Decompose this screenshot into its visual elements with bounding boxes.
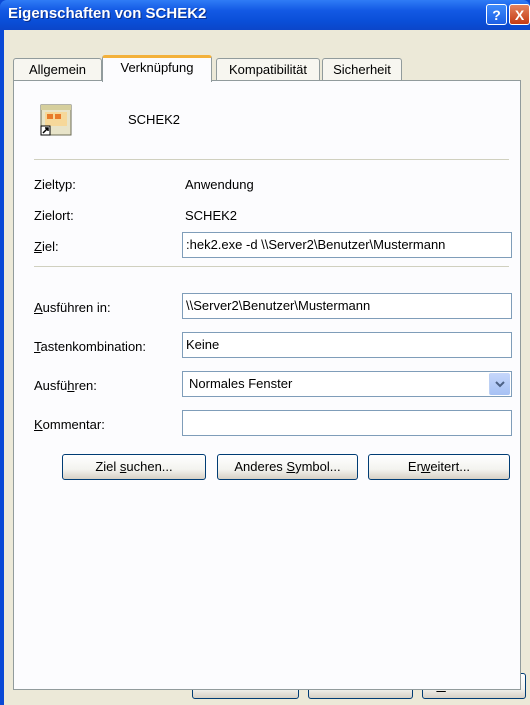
ausfuehren-selected-value: Normales Fenster	[189, 376, 293, 391]
zieltyp-label: Zieltyp:	[34, 177, 76, 192]
tab-sicherheit[interactable]: Sicherheit	[322, 58, 402, 80]
close-button[interactable]: X	[509, 4, 530, 25]
anderes-symbol-button[interactable]: Anderes Symbol...	[217, 454, 358, 480]
ziel-label: Ziel:	[34, 239, 59, 254]
tab-panel-verknuepfung: SCHEK2 Zieltyp: Anwendung Zielort: SCHEK…	[13, 80, 521, 690]
zielort-value: SCHEK2	[185, 208, 238, 223]
tab-allgemein[interactable]: Allgemein	[13, 58, 102, 80]
tab-verknuepfung[interactable]: Verknüpfung	[102, 55, 212, 82]
shortcut-name: SCHEK2	[128, 112, 181, 127]
ausfuehren-select[interactable]: Normales Fenster	[182, 371, 512, 397]
window-title: Eigenschaften von SCHEK2	[8, 5, 207, 22]
chevron-down-icon	[495, 381, 505, 388]
ausfuehren-in-input[interactable]: \\Server2\Benutzer\Mustermann	[182, 293, 512, 319]
dropdown-arrow[interactable]	[489, 373, 510, 395]
tastenkombination-input[interactable]: Keine	[182, 332, 512, 358]
zieltyp-value: Anwendung	[185, 177, 254, 192]
title-bar[interactable]: Eigenschaften von SCHEK2 ? X	[0, 0, 530, 30]
ziel-input[interactable]: :hek2.exe -d \\Server2\Benutzer\Musterma…	[182, 232, 512, 258]
kommentar-label: Kommentar:	[34, 417, 105, 432]
help-button[interactable]: ?	[486, 4, 507, 25]
properties-window: Eigenschaften von SCHEK2 ? X Allgemein V…	[0, 0, 530, 705]
application-shortcut-icon	[40, 104, 72, 136]
erweitert-button[interactable]: Erweitert...	[368, 454, 510, 480]
ausfuehren-label: Ausführen:	[34, 378, 97, 393]
kommentar-input[interactable]	[182, 410, 512, 436]
ziel-suchen-button[interactable]: Ziel suchen...	[62, 454, 206, 480]
separator	[34, 159, 509, 160]
dialog-body: Allgemein Verknüpfung Kompatibilität Sic…	[4, 30, 530, 705]
tab-kompatibilitaet[interactable]: Kompatibilität	[216, 58, 320, 80]
separator	[34, 266, 509, 267]
tastenkombination-label: Tastenkombination:	[34, 339, 147, 354]
ausfuehren-in-label: Ausführen in:	[34, 300, 111, 315]
zielort-label: Zielort:	[34, 208, 74, 223]
